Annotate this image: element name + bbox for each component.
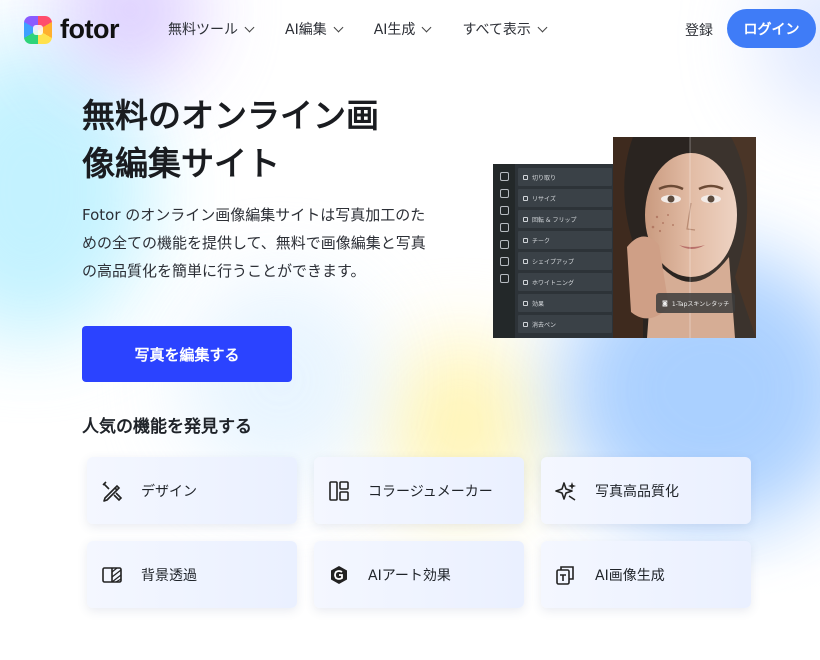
hero-description: Fotor のオンライン画像編集サイトは写真加工のための全ての機能を提供して、無…	[82, 206, 426, 280]
elements-icon	[499, 257, 509, 266]
beauty-icon	[499, 206, 509, 215]
chevron-down-icon	[333, 22, 344, 32]
main-nav: 無料ツール AI編集 AI生成 すべて表示	[168, 19, 578, 39]
panel-item: チーク	[518, 231, 612, 249]
feature-card-enhance[interactable]: 写真高品質化	[541, 457, 751, 524]
panel-item-label: チーク	[532, 237, 551, 245]
panel-item-label: シェイプアップ	[532, 258, 575, 266]
feature-card-label: コラージュメーカー	[368, 484, 493, 500]
hero-title-line1: 無料のオンライン画	[82, 96, 379, 135]
chevron-down-icon	[421, 22, 432, 32]
feature-card-ai-image[interactable]: AI画像生成	[541, 541, 751, 608]
nav-label: AI編集	[285, 22, 327, 38]
editor-panel-list: 切り取り リサイズ 回転 & フリップ チーク シェイプアップ ホワイトニング …	[518, 168, 612, 336]
nav-ai-generate[interactable]: AI生成	[373, 19, 432, 39]
face-icon: ◙	[662, 299, 668, 307]
panel-item-label: リサイズ	[532, 195, 556, 203]
nav-show-all[interactable]: すべて表示	[462, 19, 548, 39]
eraser-icon	[523, 321, 528, 327]
frame-icon	[499, 240, 509, 249]
feature-card-label: 写真高品質化	[595, 484, 679, 500]
editor-toolbar	[493, 164, 515, 338]
text-icon	[499, 274, 509, 283]
feature-card-label: 背景透過	[141, 568, 197, 584]
chevron-down-icon	[537, 22, 548, 32]
nav-label: 無料ツール	[168, 22, 238, 38]
panel-item-label: 消去ペン	[532, 321, 557, 329]
eye-icon	[499, 223, 509, 232]
feature-card-ai-art[interactable]: AIアート効果	[314, 541, 524, 608]
collage-layout-icon	[329, 481, 349, 501]
panel-item: ホワイトニング	[518, 273, 612, 291]
nav-label: すべて表示	[462, 22, 531, 38]
blush-icon	[523, 237, 528, 243]
site-header: fotor 無料ツール AI編集 AI生成 すべて表示 登録 ログイン	[0, 0, 820, 58]
panel-item: 消去ペン	[518, 315, 612, 333]
retouch-badge-label: 1-Tapスキンレタッチ	[671, 300, 730, 308]
ai-art-icon	[331, 566, 347, 584]
panel-item: シェイプアップ	[518, 252, 612, 270]
whiten-icon	[523, 279, 528, 285]
editor-side-panel: 切り取り リサイズ 回転 & フリップ チーク シェイプアップ ホワイトニング …	[493, 164, 615, 338]
features-title: 人気の機能を発見する	[82, 417, 252, 437]
feature-card-design[interactable]: デザイン	[87, 457, 297, 524]
brand-name: fotor	[60, 14, 119, 44]
editor-preview-image: 切り取り リサイズ 回転 & フリップ チーク シェイプアップ ホワイトニング …	[493, 137, 756, 338]
panel-item: 効果	[518, 294, 612, 312]
enhance-sparkle-icon	[555, 482, 576, 501]
feature-card-label: AI画像生成	[595, 568, 665, 584]
panel-item-label: 回転 & フリップ	[532, 216, 577, 224]
panel-item-label: ホワイトニング	[532, 279, 575, 287]
nav-label: AI生成	[373, 22, 416, 38]
feature-card-label: AIアート効果	[368, 568, 451, 584]
feature-card-label: デザイン	[141, 484, 197, 500]
effect-icon	[523, 300, 528, 306]
fotor-logo-icon	[24, 15, 52, 44]
resize-icon	[523, 195, 528, 201]
nav-free-tools[interactable]: 無料ツール	[168, 19, 255, 39]
crop-icon	[523, 174, 528, 180]
signup-link[interactable]: 登録	[685, 20, 713, 40]
panel-item: 回転 & フリップ	[518, 210, 612, 228]
panel-item-label: 切り取り	[532, 174, 557, 182]
portrait-photo: ◙ 1-Tapスキンレタッチ	[613, 137, 756, 338]
brand-logo[interactable]: fotor	[24, 14, 119, 45]
rotate-icon	[523, 216, 528, 222]
hero-title-line2: 像編集サイト	[82, 144, 280, 183]
feature-card-background-remove[interactable]: 背景透過	[87, 541, 297, 608]
background-remove-icon	[102, 567, 122, 583]
panel-item-label: 効果	[532, 300, 545, 308]
adjust-icon	[499, 189, 509, 198]
edit-photo-button[interactable]: 写真を編集する	[82, 326, 292, 382]
ai-image-generate-icon	[556, 566, 574, 585]
panel-item: リサイズ	[518, 189, 612, 207]
design-pen-icon	[102, 481, 123, 502]
nav-ai-edit[interactable]: AI編集	[285, 19, 344, 39]
skin-retouch-badge: ◙ 1-Tapスキンレタッチ	[656, 293, 736, 313]
grid-icon	[499, 172, 509, 181]
feature-card-collage[interactable]: コラージュメーカー	[314, 457, 524, 524]
hero-title: 無料のオンライン画 像編集サイト	[82, 92, 442, 188]
login-button[interactable]: ログイン	[727, 9, 816, 48]
reshape-icon	[523, 258, 528, 264]
panel-item: 切り取り	[518, 168, 612, 186]
chevron-down-icon	[244, 22, 255, 32]
